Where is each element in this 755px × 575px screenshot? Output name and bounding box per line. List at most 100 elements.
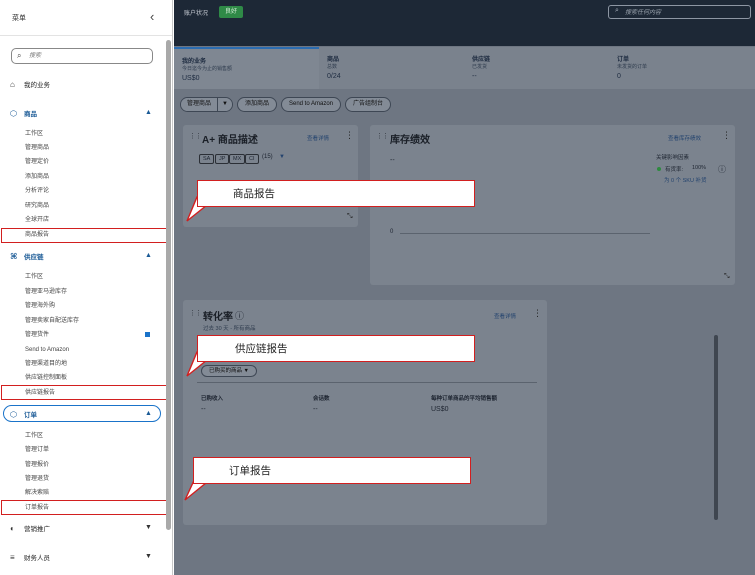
sidebar-item-add-product[interactable]: 添加商品 <box>25 172 49 182</box>
sidebar-item-manage-fbm-inventory[interactable]: 管理卖家自配送库存 <box>25 316 79 326</box>
quick-actions: 管理商品 ▼ 添加商品 Send to Amazon 广告组制台 <box>180 97 392 113</box>
callout-label: 订单报告 <box>229 465 271 477</box>
hierarchy-icon: ⌘ <box>10 251 18 261</box>
status-dot <box>657 167 661 171</box>
search-icon: ⌕ <box>615 7 619 14</box>
account-status-badge[interactable]: 良好 <box>219 6 244 18</box>
chevron-down-icon[interactable]: ▼ <box>279 154 285 160</box>
sidebar-item-research-products[interactable]: 研究商品 <box>25 201 49 211</box>
marketplace-chip[interactable]: CI <box>245 154 259 164</box>
summary-title: 订单 <box>617 57 630 63</box>
callout-orders-report: 订单报告 <box>193 457 471 484</box>
metric-value: -- <box>201 406 206 413</box>
manage-products-split-button[interactable]: 管理商品 ▼ <box>180 97 233 112</box>
chevron-up-icon[interactable]: ▲ <box>145 109 152 116</box>
sidebar-item-manage-products[interactable]: 管理商品 <box>25 143 49 153</box>
conversion-view-details-link[interactable]: 查看详情 <box>494 312 516 320</box>
box-icon: ⬡ <box>10 409 17 419</box>
more-options-icon[interactable]: ⋮ <box>345 130 354 141</box>
global-search-input[interactable] <box>625 8 745 17</box>
sidebar-item-manage-fba-inventory[interactable]: 管理亚马逊库存 <box>25 287 67 297</box>
chevron-down-icon[interactable]: ▼ <box>145 553 152 560</box>
restock-link[interactable]: 为 0 个 SKU 补货 <box>664 176 706 184</box>
card-scrollbar[interactable] <box>714 335 718 520</box>
more-options-icon[interactable]: ⋮ <box>722 130 731 141</box>
summary-tile-orders[interactable]: 订单 未发货的订单 0 <box>609 47 755 89</box>
metric-label: 已购收入 <box>201 396 224 402</box>
drag-handle-icon[interactable]: ⋮⋮ <box>189 309 202 317</box>
chevron-up-icon[interactable]: ▲ <box>145 410 152 417</box>
sidebar-item-resolve-claims[interactable]: 解决索赔 <box>25 488 49 498</box>
sidebar-item-orders-workspace[interactable]: 工作区 <box>25 431 43 441</box>
marketplace-chip[interactable]: JP <box>215 154 230 164</box>
ad-campaign-button[interactable]: 广告组制台 <box>345 97 392 112</box>
sidebar-item-manage-shipments[interactable]: 管理货件 <box>25 330 49 340</box>
instock-value: 100% <box>692 165 707 171</box>
summary-tile-products[interactable]: 商品 总数 0/24 <box>319 47 464 89</box>
sidebar-item-analyze-reviews[interactable]: 分析评论 <box>25 186 49 196</box>
sidebar-search[interactable]: ⌕ <box>11 48 153 64</box>
chevron-down-icon[interactable]: ▼ <box>217 98 232 111</box>
add-product-button[interactable]: 添加商品 <box>236 97 277 112</box>
more-options-icon[interactable]: ⋮ <box>533 308 542 319</box>
summary-value: 0/24 <box>327 73 341 80</box>
summary-tile-business[interactable]: 我的业务 今日迄今为止的销售额 US$0 <box>174 47 319 89</box>
info-icon[interactable]: ⓘ <box>235 309 244 322</box>
sidebar-section-products[interactable]: ⬡ 商品 <box>10 107 37 119</box>
orders-report-highlight <box>1 500 167 515</box>
sidebar-section-label: 财务人员 <box>24 555 50 562</box>
sidebar-item-home[interactable]: ⌂ 我的业务 <box>10 78 50 90</box>
sidebar-item-products-workspace[interactable]: 工作区 <box>25 129 43 139</box>
sidebar-item-channel-destinations[interactable]: 管理渠道目的地 <box>25 359 67 369</box>
chevron-up-icon[interactable]: ▲ <box>145 252 152 259</box>
summary-tile-supply-chain[interactable]: 供应链 已发货 -- <box>464 47 609 89</box>
sidebar-item-global-selling[interactable]: 全球开店 <box>25 215 49 225</box>
sidebar-item-manage-pricing[interactable]: 管理定价 <box>25 157 49 167</box>
sidebar-item-send-to-amazon[interactable]: Send to Amazon <box>25 345 69 355</box>
inventory-view-link[interactable]: 查看库存绩效 <box>668 134 701 142</box>
chevron-down-icon[interactable]: ▼ <box>145 524 152 531</box>
global-search[interactable]: ⌕ <box>608 5 751 19</box>
box-icon: ⬡ <box>10 108 17 118</box>
callout-label: 供应链报告 <box>235 343 288 355</box>
sidebar-section-finance[interactable]: ≡ 财务人员 <box>10 551 50 563</box>
resize-handle-icon[interactable]: ⤡ <box>347 213 353 221</box>
sidebar-item-supply-dashboard[interactable]: 供应链控制面板 <box>25 373 67 383</box>
chart-baseline <box>400 233 650 234</box>
sidebar-item-manage-overseas[interactable]: 管理海外购 <box>25 301 55 311</box>
sidebar-item-manage-returns[interactable]: 管理退货 <box>25 474 49 484</box>
marketplace-chip[interactable]: SA <box>199 154 215 164</box>
summary-subtitle: 今日迄今为止的销售额 <box>182 66 233 72</box>
summary-title: 供应链 <box>472 57 491 63</box>
summary-value: US$0 <box>182 75 200 82</box>
sidebar-search-input[interactable] <box>29 51 149 61</box>
sidebar-item-manage-quotes[interactable]: 管理报价 <box>25 460 49 470</box>
sidebar-item-supply-workspace[interactable]: 工作区 <box>25 272 43 282</box>
send-to-amazon-button[interactable]: Send to Amazon <box>280 97 342 112</box>
resize-handle-icon[interactable]: ⤡ <box>724 273 730 281</box>
chevron-left-icon[interactable]: ‹ <box>150 9 154 25</box>
card-title: 转化率 <box>203 312 233 323</box>
key-factors-label: 关键影响因素 <box>656 155 690 161</box>
sidebar: 菜单 ‹ ⌕ ⌂ 我的业务 ⬡ 商品 ▲ 工作区 管理商品 管理定价 添加商品 … <box>0 0 173 575</box>
aplus-view-details-link[interactable]: 查看详情 <box>307 134 329 142</box>
account-status-label: 账户状况 <box>184 11 209 17</box>
info-icon[interactable]: ⓘ <box>718 164 726 175</box>
metric-label: 会话数 <box>313 396 330 402</box>
callout-label: 商品报告 <box>233 188 275 200</box>
manage-products-button[interactable]: 管理商品 <box>181 98 218 111</box>
drag-handle-icon[interactable]: ⋮⋮ <box>376 132 389 140</box>
marketplace-chip[interactable]: MX <box>229 154 246 164</box>
sidebar-item-manage-orders[interactable]: 管理订单 <box>25 445 49 455</box>
metric-value: US$0 <box>431 406 449 413</box>
drag-handle-icon[interactable]: ⋮⋮ <box>189 132 202 140</box>
summary-subtitle: 总数 <box>327 64 338 70</box>
summary-subtitle: 未发货的订单 <box>617 64 648 70</box>
instock-label: 有货率: <box>665 167 684 173</box>
sidebar-scrollbar[interactable] <box>166 40 171 530</box>
sidebar-header: 菜单 ‹ <box>0 0 172 36</box>
sidebar-section-marketing[interactable]: ◐ 营销推广 <box>10 522 50 534</box>
conversion-rate-card: ⋮⋮ 转化率 ⓘ 查看详情 ⋮ 过去 30 天 - 所有商品 已购买的商品 ▼ … <box>183 300 547 525</box>
sidebar-section-orders[interactable]: ⬡ 订单 <box>10 408 37 420</box>
sidebar-section-supply-chain[interactable]: ⌘ 供应链 <box>10 250 44 262</box>
